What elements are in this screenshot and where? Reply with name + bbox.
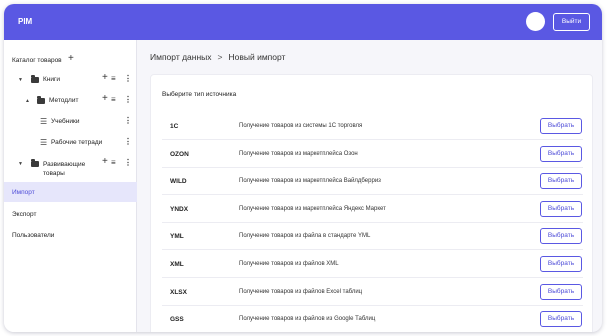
- caret-down-icon[interactable]: ▼: [18, 161, 23, 167]
- tree-item-workbooks[interactable]: ☰ Рабочие тетради ⋮: [4, 137, 137, 151]
- select-source-button[interactable]: Выбрать: [540, 200, 582, 217]
- source-row: YML Получение товаров из файла в стандарт…: [162, 223, 583, 251]
- tree-item-label: Развивающие товары: [43, 161, 86, 177]
- source-code: GSS: [170, 316, 184, 324]
- source-row: WILD Получение товаров из маркетплейса Ва…: [162, 168, 583, 196]
- tree-item-actions: + ≡ ⋮: [102, 93, 132, 109]
- more-vertical-icon[interactable]: ⋮: [124, 74, 132, 83]
- sort-list-icon[interactable]: ≡: [111, 158, 116, 167]
- sort-list-icon[interactable]: ≡: [111, 74, 116, 83]
- source-row: 1C Получение товаров из системы 1С торгов…: [162, 113, 583, 140]
- source-description: Получение товаров из файлов Excel таблиц: [239, 288, 363, 295]
- avatar[interactable]: [526, 12, 545, 31]
- plus-icon[interactable]: +: [102, 156, 108, 167]
- nav-import[interactable]: Импорт: [4, 182, 137, 202]
- more-vertical-icon[interactable]: ⋮: [124, 95, 132, 104]
- tree-item-textbooks[interactable]: ☰ Учебники ⋮: [4, 116, 137, 130]
- source-code: WILD: [170, 178, 187, 186]
- more-vertical-icon[interactable]: ⋮: [124, 137, 132, 146]
- tree-item-books[interactable]: ▼ Книги + ≡ ⋮: [4, 72, 137, 88]
- source-row: XML Получение товаров из файлов XML Выбрат…: [162, 251, 583, 278]
- chevron-right-icon: >: [217, 52, 223, 62]
- catalog-title: Каталог товаров: [12, 57, 62, 64]
- source-code: OZON: [170, 150, 189, 158]
- source-code: 1C: [170, 123, 179, 130]
- source-description: Получение товаров из маркетплейса Яндекс…: [239, 205, 386, 212]
- folder-icon: [37, 96, 45, 104]
- tree-item-label: Учебники: [51, 118, 80, 125]
- app-window: PIM Выйти Каталог товаров + ▼ Книги + ≡ …: [4, 4, 602, 332]
- source-row: GSS Получение товаров из файлов из Google…: [162, 306, 583, 332]
- nav-users-label: Пользователи: [12, 232, 55, 239]
- plus-icon[interactable]: +: [102, 93, 108, 104]
- source-description: Получение товаров из маркетплейса Вайлдб…: [239, 178, 381, 185]
- caret-up-icon[interactable]: ▲: [25, 98, 30, 104]
- sidebar: Каталог товаров + ▼ Книги + ≡ ⋮ ▲ Методл…: [4, 40, 137, 332]
- panel-title: Выберите тип источника: [162, 91, 237, 98]
- caret-down-icon[interactable]: ▼: [18, 77, 23, 83]
- more-vertical-icon[interactable]: ⋮: [124, 116, 132, 125]
- source-code: XLSX: [170, 288, 187, 296]
- breadcrumb-current: Новый импорт: [228, 52, 286, 62]
- tree-item-actions: + ≡ ⋮: [102, 72, 132, 88]
- tree-item-developing-goods[interactable]: ▼ Развивающие товары + ≡ ⋮: [4, 156, 137, 178]
- breadcrumb-parent[interactable]: Импорт данных: [150, 52, 212, 62]
- tree-item-label: Рабочие тетради: [51, 139, 103, 146]
- nav-users[interactable]: Пользователи: [4, 225, 137, 245]
- source-code: XML: [170, 261, 184, 268]
- more-vertical-icon[interactable]: ⋮: [124, 158, 132, 167]
- plus-icon[interactable]: +: [102, 72, 108, 83]
- select-source-button[interactable]: Выбрать: [540, 311, 582, 328]
- nav-export[interactable]: Экспорт: [4, 204, 137, 224]
- brand-logo-text: PIM: [18, 17, 33, 26]
- select-source-button[interactable]: Выбрать: [540, 256, 582, 272]
- folder-icon: [31, 75, 39, 83]
- tree-item-label: Книги: [43, 76, 61, 83]
- sort-list-icon[interactable]: ≡: [111, 95, 116, 104]
- source-description: Получение товаров из файлов из Google Та…: [239, 316, 376, 323]
- top-bar: PIM Выйти: [4, 4, 602, 40]
- list-icon: ☰: [40, 138, 48, 147]
- source-row: XLSX Получение товаров из файлов Excel та…: [162, 279, 583, 306]
- nav-export-label: Экспорт: [12, 211, 37, 218]
- breadcrumb: Импорт данных > Новый импорт: [150, 52, 285, 62]
- source-description: Получение товаров из файла в стандарте Y…: [239, 233, 371, 240]
- nav-import-label: Импорт: [12, 189, 35, 196]
- source-type-panel: Выберите тип источника 1C Получение товар…: [150, 74, 593, 332]
- source-description: Получение товаров из системы 1С торговля: [239, 123, 363, 129]
- tree-item-actions: + ≡ ⋮: [102, 156, 132, 172]
- source-code: YML: [170, 233, 184, 241]
- source-row: OZON Получение товаров из маркетплейса Оз…: [162, 141, 583, 168]
- source-row: YNDX Получение товаров из маркетплейса Ян…: [162, 196, 583, 223]
- catalog-add-plus-icon[interactable]: +: [68, 53, 74, 64]
- list-icon: ☰: [40, 117, 48, 126]
- select-source-button[interactable]: Выбрать: [540, 283, 582, 300]
- select-source-button[interactable]: Выбрать: [540, 228, 582, 245]
- source-description: Получение товаров из файлов XML: [239, 261, 339, 267]
- tree-item-label: Методлит: [49, 97, 79, 104]
- tree-item-metodlit[interactable]: ▲ Методлит + ≡ ⋮: [4, 93, 137, 109]
- source-code: YNDX: [170, 205, 189, 213]
- folder-icon: [31, 159, 39, 167]
- logout-button[interactable]: Выйти: [553, 13, 590, 31]
- select-source-button[interactable]: Выбрать: [540, 173, 582, 190]
- select-source-button[interactable]: Выбрать: [540, 118, 582, 134]
- select-source-button[interactable]: Выбрать: [540, 145, 582, 162]
- source-description: Получение товаров из маркетплейса Озон: [239, 150, 358, 157]
